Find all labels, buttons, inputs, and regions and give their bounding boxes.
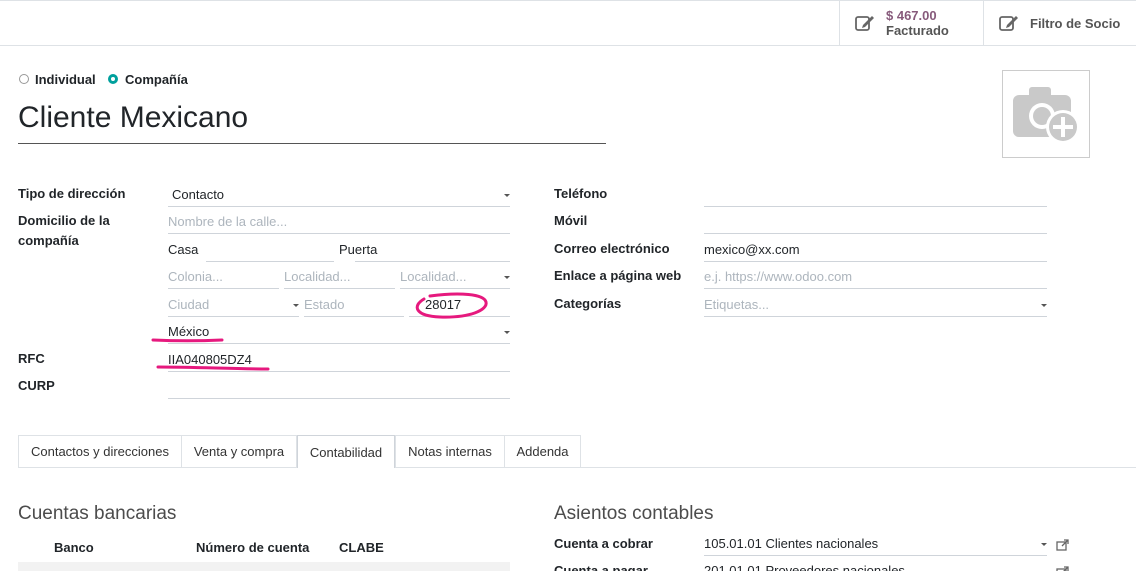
external-link-icon[interactable] xyxy=(1056,538,1070,556)
chevron-down-icon xyxy=(1041,543,1047,546)
bank-accounts-title: Cuentas bancarias xyxy=(18,503,177,524)
payable-account-value: 201.01.01 Proveedores nacionales xyxy=(704,563,905,571)
clabe-column-header[interactable]: CLABE xyxy=(339,540,384,555)
payable-account-label: Cuenta a pagar xyxy=(554,563,648,571)
bank-column-header[interactable]: Banco xyxy=(54,540,94,555)
receivable-account-label: Cuenta a cobrar xyxy=(554,536,653,551)
tab-addenda[interactable]: Addenda xyxy=(504,435,581,467)
tab-accounting[interactable]: Contabilidad xyxy=(297,435,395,468)
tab-label: Addenda xyxy=(516,444,569,459)
rfc-underline-annotation xyxy=(156,365,270,371)
account-number-column-header[interactable]: Número de cuenta xyxy=(196,540,309,555)
zip-circle-annotation xyxy=(415,292,488,319)
pink-annotations xyxy=(151,292,488,371)
external-link-icon[interactable] xyxy=(1056,565,1070,571)
payable-account-select[interactable]: 201.01.01 Proveedores nacionales xyxy=(704,561,1047,571)
receivable-account-select[interactable]: 105.01.01 Clientes nacionales xyxy=(704,534,1047,556)
tab-internal-notes[interactable]: Notas internas xyxy=(395,435,505,467)
tab-sales-purchase[interactable]: Venta y compra xyxy=(181,435,297,467)
receivable-account-value: 105.01.01 Clientes nacionales xyxy=(704,536,879,551)
bank-table-row[interactable] xyxy=(18,562,510,571)
accounting-entries-title: Asientos contables xyxy=(554,503,714,524)
country-underline-annotation xyxy=(151,338,224,343)
tab-label: Venta y compra xyxy=(193,444,285,459)
tab-label: Notas internas xyxy=(408,444,492,459)
tab-contacts-addresses[interactable]: Contactos y direcciones xyxy=(18,435,182,467)
notebook-tabs: Contactos y direcciones Venta y compra C… xyxy=(18,435,1136,468)
tab-label: Contactos y direcciones xyxy=(30,444,169,459)
tab-label: Contabilidad xyxy=(309,444,383,460)
